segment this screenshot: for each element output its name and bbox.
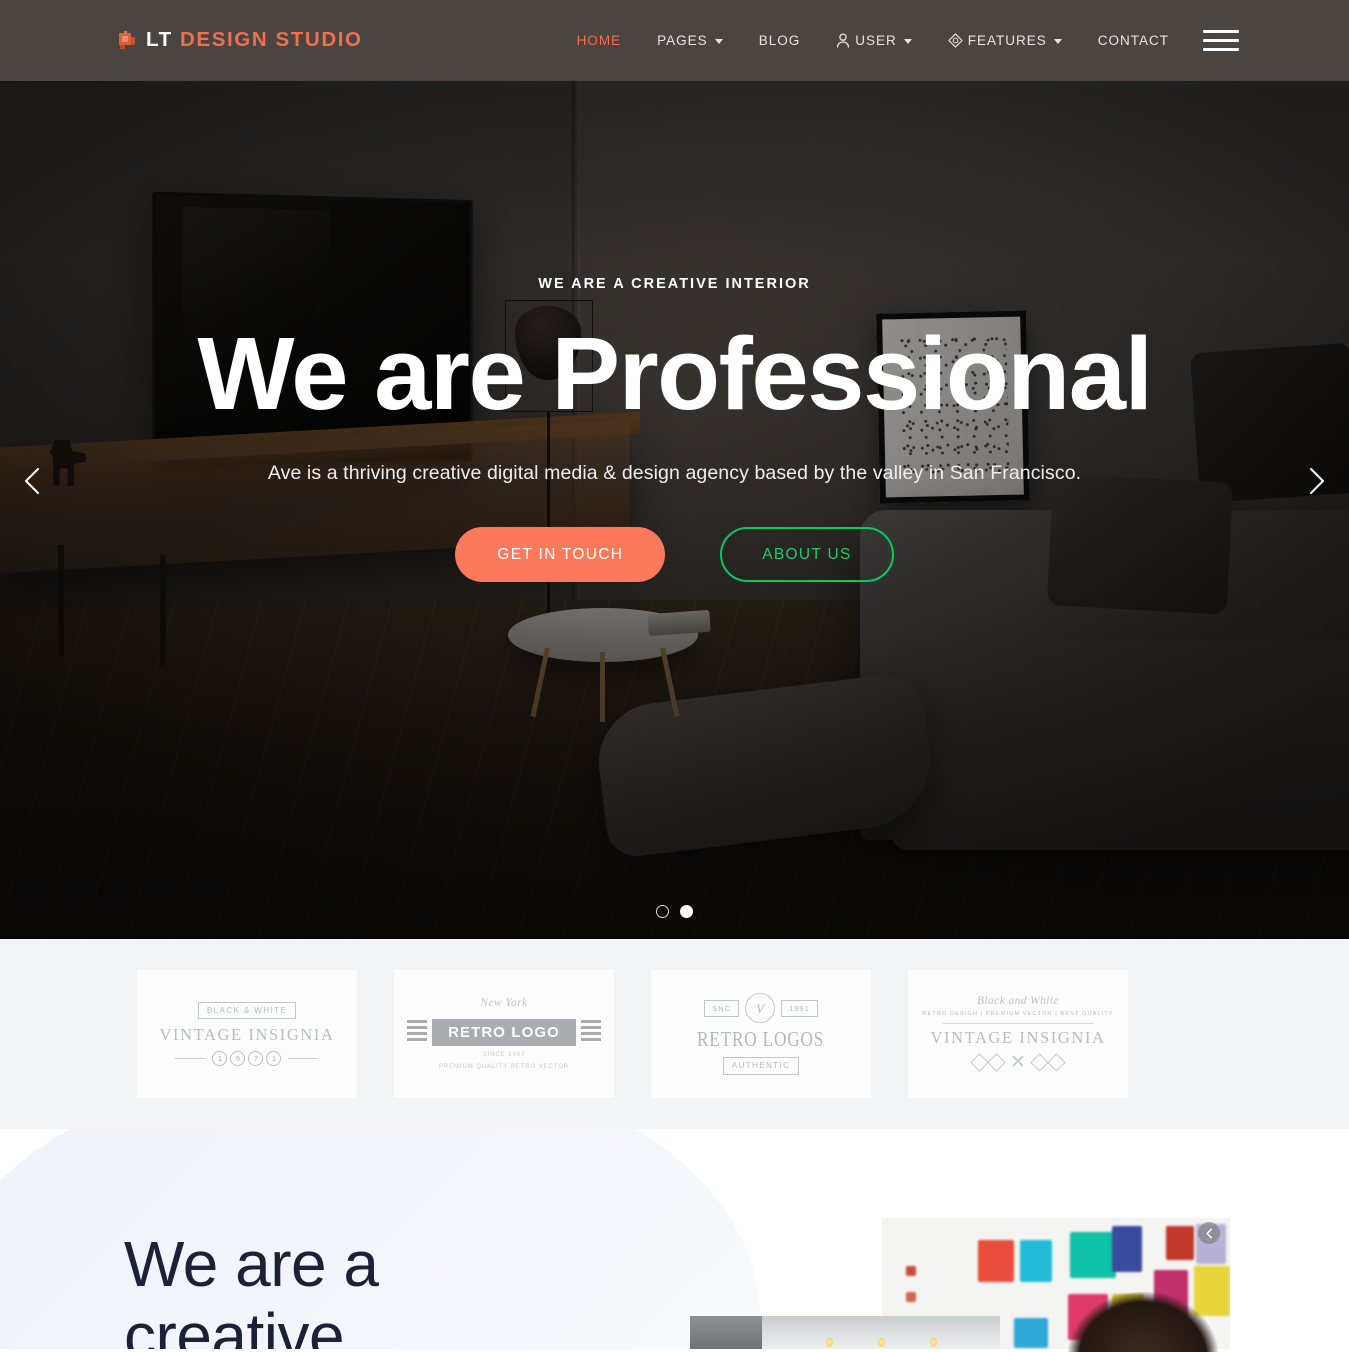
logo2-since: SINCE 1967: [482, 1052, 526, 1059]
logo2-arc: PREMIUM QUALITY RETRO VECTOR: [439, 1064, 569, 1071]
brand-logo[interactable]: LT DESIGN STUDIO: [118, 30, 363, 51]
logo1-coin-4: 1: [266, 1050, 282, 1066]
slider-dot-2[interactable]: [680, 905, 693, 918]
brand-text: LT DESIGN STUDIO: [146, 30, 363, 51]
about-gallery-image-bottom[interactable]: [690, 1316, 1000, 1349]
nav-item-user[interactable]: USER: [818, 0, 930, 81]
hamburger-icon[interactable]: [1203, 30, 1239, 51]
chevron-left-circle-icon[interactable]: [1198, 1222, 1220, 1244]
nav-label-home: HOME: [576, 33, 622, 48]
logo3-title: RETRO LOGOS: [697, 1027, 825, 1052]
nav-item-features[interactable]: FEATURES: [930, 0, 1080, 81]
nav-item-pages[interactable]: PAGES: [639, 0, 741, 81]
chevron-down-icon: [1053, 39, 1062, 44]
brand-name-primary: LT: [146, 28, 173, 52]
nav-label-user: USER: [855, 33, 897, 48]
studio-logo-icon: [118, 31, 137, 50]
logo2-title: RETRO LOGO: [432, 1019, 576, 1047]
client-logo-3[interactable]: SNC V 1991 RETRO LOGOS AUTHENTIC: [651, 970, 871, 1098]
hero-title: We are Professional: [197, 316, 1153, 431]
logo1-coin-2: 9: [230, 1050, 246, 1066]
nav-item-contact[interactable]: CONTACT: [1080, 0, 1187, 81]
hero-slider[interactable]: WE ARE A CREATIVE INTERIOR We are Profes…: [0, 0, 1349, 939]
nav-label-features: FEATURES: [967, 33, 1047, 48]
client-logo-1[interactable]: BLACK & WHITE VINTAGE INSIGNIA 1 9 7 1: [137, 970, 357, 1098]
gallery-person-hair: [1068, 1292, 1218, 1352]
logo4-title: VINTAGE INSIGNIA: [930, 1027, 1106, 1047]
chevron-down-icon: [903, 39, 912, 44]
nav-label-blog: BLOG: [758, 33, 801, 48]
logo1-coin-3: 7: [248, 1050, 264, 1066]
client-logos-section: BLACK & WHITE VINTAGE INSIGNIA 1 9 7 1 N…: [0, 939, 1349, 1129]
nav-item-home[interactable]: HOME: [559, 0, 640, 81]
decorative-blob: [0, 1129, 760, 1349]
client-logo-2[interactable]: New York RETRO LOGO SINCE 1967 PREMIUM Q…: [394, 970, 614, 1098]
client-logo-4[interactable]: Black and White RETRO DESIGN | PREMIUM V…: [908, 970, 1128, 1098]
chevron-right-icon[interactable]: [1299, 464, 1333, 498]
about-heading: We are a creative: [124, 1228, 379, 1349]
logo4-tagline: RETRO DESIGN | PREMIUM VECTOR | BEST QUA…: [922, 1011, 1114, 1018]
logo1-badge: BLACK & WHITE: [197, 1002, 297, 1020]
nav-label-contact: CONTACT: [1097, 33, 1169, 48]
main-navigation: HOME PAGES BLOG USER FEATURES CONTACT: [559, 0, 1349, 81]
brand-name-secondary: DESIGN STUDIO: [180, 28, 363, 52]
hero-slider-dots[interactable]: [0, 905, 1349, 918]
hero-eyebrow: WE ARE A CREATIVE INTERIOR: [538, 276, 811, 292]
logo2-top: New York: [480, 996, 528, 1009]
hero-subtitle: Ave is a thriving creative digital media…: [267, 462, 1082, 485]
logo1-title: VINTAGE INSIGNIA: [159, 1025, 335, 1045]
about-us-button[interactable]: ABOUT US: [720, 527, 894, 583]
logo3-badge: AUTHENTIC: [722, 1057, 800, 1075]
nav-item-blog[interactable]: BLOG: [741, 0, 819, 81]
chevron-left-icon[interactable]: [16, 464, 50, 498]
gem-icon: [948, 33, 963, 48]
chevron-down-icon: [714, 39, 723, 44]
nav-label-pages: PAGES: [657, 33, 708, 48]
logo3-seal-left: SNC: [704, 999, 740, 1018]
slider-dot-1[interactable]: [656, 905, 669, 918]
get-in-touch-button[interactable]: GET IN TOUCH: [455, 527, 666, 583]
logo3-seal-right: 1991: [781, 999, 818, 1018]
logo4-script: Black and White: [976, 994, 1059, 1007]
client-logos-row: BLACK & WHITE VINTAGE INSIGNIA 1 9 7 1 N…: [137, 970, 1128, 1098]
about-heading-line-1: We are a: [124, 1228, 379, 1300]
logo1-coin-1: 1: [212, 1050, 228, 1066]
hero-actions: GET IN TOUCH ABOUT US: [455, 527, 894, 583]
site-header: LT DESIGN STUDIO HOME PAGES BLOG USER FE…: [0, 0, 1349, 81]
about-heading-line-2: creative: [124, 1299, 345, 1349]
user-icon: [836, 33, 850, 48]
logo3-monogram: V: [745, 993, 776, 1024]
